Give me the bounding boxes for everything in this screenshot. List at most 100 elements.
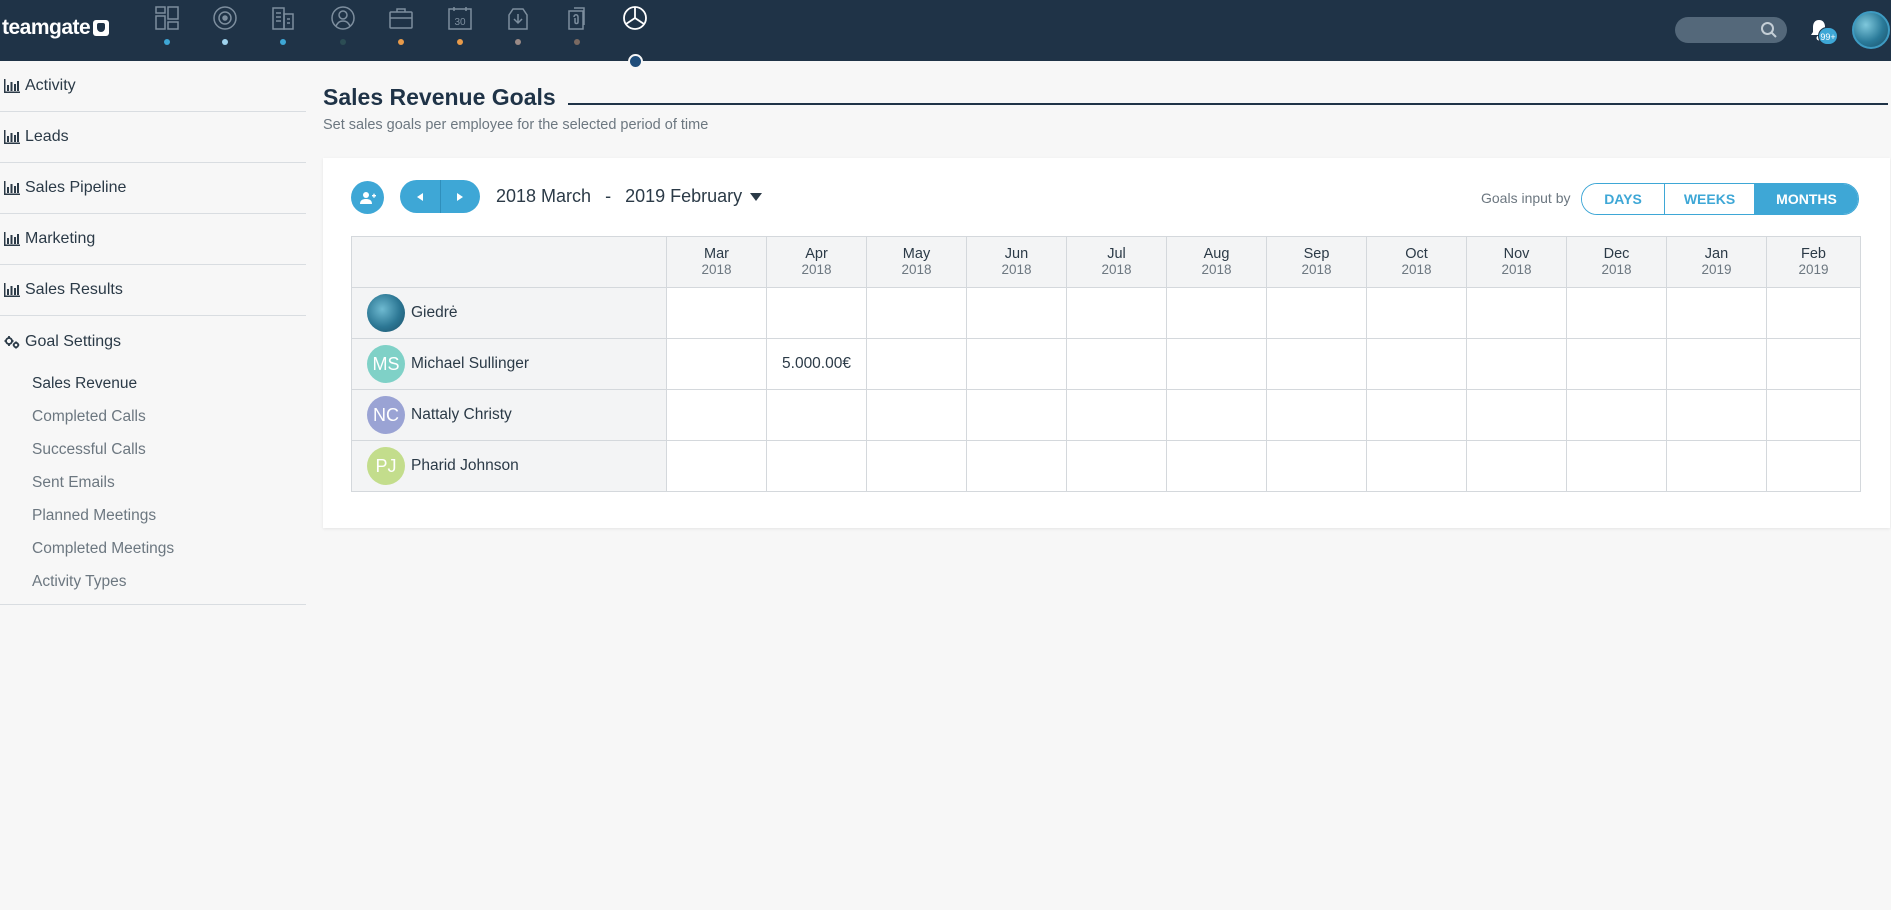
goal-input-cell[interactable] bbox=[966, 287, 1067, 339]
nav-calendar[interactable]: 30 bbox=[443, 5, 477, 49]
user-avatar[interactable] bbox=[1852, 11, 1890, 49]
month-label: Sep bbox=[1303, 246, 1330, 262]
goal-input-cell[interactable] bbox=[1566, 338, 1667, 390]
goal-input-cell[interactable] bbox=[666, 338, 767, 390]
goal-input-cell[interactable] bbox=[1766, 338, 1861, 390]
goal-input-cell[interactable] bbox=[1466, 287, 1567, 339]
submenu-item-activity-types[interactable]: Activity Types bbox=[0, 565, 306, 598]
sidebar-item-goal-settings[interactable]: Goal Settings bbox=[0, 316, 306, 367]
goal-input-cell[interactable] bbox=[866, 338, 967, 390]
documents-icon bbox=[568, 7, 585, 30]
nav-contacts[interactable] bbox=[326, 5, 360, 49]
top-bar: teamgate 30 99+ bbox=[0, 0, 1891, 61]
logo-hand-icon bbox=[93, 20, 110, 36]
nav-inbox[interactable] bbox=[501, 5, 535, 49]
year-label: 2018 bbox=[1001, 262, 1032, 277]
goal-input-cell[interactable] bbox=[1266, 338, 1367, 390]
goal-input-cell[interactable] bbox=[1266, 287, 1367, 339]
month-label: Jan bbox=[1704, 246, 1729, 262]
sidebar-item-marketing[interactable]: Marketing bbox=[0, 214, 306, 265]
year-label: 2018 bbox=[701, 262, 732, 277]
goal-input-cell[interactable] bbox=[866, 389, 967, 441]
nav-dashboard[interactable] bbox=[150, 5, 184, 49]
teamgate-logo[interactable]: teamgate bbox=[2, 16, 110, 40]
goal-input-cell[interactable] bbox=[766, 287, 867, 339]
goal-input-cell[interactable] bbox=[966, 440, 1067, 492]
next-period-button[interactable] bbox=[440, 180, 480, 213]
goal-input-cell[interactable] bbox=[1666, 287, 1767, 339]
add-user-icon bbox=[359, 191, 376, 204]
sidebar-item-sales-pipeline[interactable]: Sales Pipeline bbox=[0, 163, 306, 214]
goal-input-cell[interactable] bbox=[1366, 389, 1467, 441]
goal-input-cell[interactable] bbox=[1666, 338, 1767, 390]
goal-input-cell[interactable] bbox=[1766, 287, 1861, 339]
goal-input-cell[interactable] bbox=[1466, 389, 1567, 441]
goal-input-cell[interactable] bbox=[866, 287, 967, 339]
notification-badge[interactable]: 99+ bbox=[1818, 27, 1838, 45]
nav-reports[interactable] bbox=[618, 5, 652, 49]
goal-input-cell[interactable] bbox=[1166, 287, 1267, 339]
dashboard-icon bbox=[155, 6, 179, 30]
goal-input-cell[interactable] bbox=[1366, 440, 1467, 492]
goal-input-cell[interactable] bbox=[1666, 389, 1767, 441]
sidebar-item-activity[interactable]: Activity bbox=[0, 61, 306, 112]
days-button[interactable]: DAYS bbox=[1582, 184, 1664, 214]
goals-table: Mar 2018 Apr 2018 May 2018 Jun 2018 Jul 2018 … bbox=[351, 236, 1861, 492]
period-to: 2019 February bbox=[625, 186, 743, 206]
goal-input-cell[interactable] bbox=[1566, 440, 1667, 492]
goal-input-cell[interactable] bbox=[1066, 440, 1167, 492]
goal-input-cell[interactable] bbox=[1266, 440, 1367, 492]
goal-input-cell[interactable] bbox=[966, 389, 1067, 441]
goal-input-cell[interactable] bbox=[1066, 287, 1167, 339]
goal-input-cell[interactable] bbox=[766, 440, 867, 492]
goal-input-cell[interactable] bbox=[666, 287, 767, 339]
submenu-item-sent-emails[interactable]: Sent Emails bbox=[0, 466, 306, 499]
goal-input-cell[interactable] bbox=[1566, 389, 1667, 441]
goal-input-cell[interactable]: 5.000.00€ bbox=[766, 338, 867, 390]
goal-input-cell[interactable] bbox=[1366, 338, 1467, 390]
nav-companies[interactable] bbox=[266, 5, 300, 49]
submenu-item-successful-calls[interactable]: Successful Calls bbox=[0, 433, 306, 466]
goal-input-cell[interactable] bbox=[1266, 389, 1367, 441]
goal-input-cell[interactable] bbox=[1166, 440, 1267, 492]
sidebar-item-sales-results[interactable]: Sales Results bbox=[0, 265, 306, 316]
goal-input-cell[interactable] bbox=[1566, 287, 1667, 339]
add-user-button[interactable] bbox=[351, 181, 384, 214]
goal-input-cell[interactable] bbox=[966, 338, 1067, 390]
period-selector[interactable]: 2018 March - 2019 February bbox=[496, 186, 763, 207]
nav-deals[interactable] bbox=[384, 5, 418, 49]
goals-input-label: Goals input by bbox=[1481, 190, 1571, 206]
goal-input-cell[interactable] bbox=[1766, 440, 1861, 492]
nav-leads[interactable] bbox=[208, 5, 242, 49]
table-header-row: Mar 2018 Apr 2018 May 2018 Jun 2018 Jul 2018 … bbox=[351, 236, 1861, 288]
sidebar-item-leads[interactable]: Leads bbox=[0, 112, 306, 163]
goal-input-cell[interactable] bbox=[1166, 389, 1267, 441]
goal-input-cell[interactable] bbox=[1766, 389, 1861, 441]
goal-input-cell[interactable] bbox=[1066, 389, 1167, 441]
sidebar-item-label: Marketing bbox=[25, 230, 96, 247]
goal-input-cell[interactable] bbox=[1366, 287, 1467, 339]
weeks-button[interactable]: WEEKS bbox=[1664, 184, 1754, 214]
submenu-item-planned-meetings[interactable]: Planned Meetings bbox=[0, 499, 306, 532]
goal-input-cell[interactable] bbox=[866, 440, 967, 492]
month-column-header: Oct 2018 bbox=[1366, 236, 1467, 288]
nav-documents[interactable] bbox=[560, 5, 594, 49]
contacts-icon bbox=[331, 6, 355, 30]
search-icon[interactable] bbox=[1760, 21, 1778, 39]
goal-input-cell[interactable] bbox=[1166, 338, 1267, 390]
goal-input-cell[interactable] bbox=[766, 389, 867, 441]
goal-input-cell[interactable] bbox=[1066, 338, 1167, 390]
previous-period-button[interactable] bbox=[400, 180, 441, 213]
submenu-item-completed-calls[interactable]: Completed Calls bbox=[0, 400, 306, 433]
inbox-icon bbox=[508, 8, 528, 30]
caret-down-icon bbox=[750, 192, 763, 201]
goal-input-cell[interactable] bbox=[1466, 338, 1567, 390]
goal-input-cell[interactable] bbox=[1666, 440, 1767, 492]
months-button[interactable]: MONTHS bbox=[1754, 184, 1858, 214]
month-label: Dec bbox=[1603, 246, 1630, 262]
goal-input-cell[interactable] bbox=[1466, 440, 1567, 492]
goal-input-cell[interactable] bbox=[666, 389, 767, 441]
submenu-item-sales-revenue[interactable]: Sales Revenue bbox=[0, 367, 306, 400]
submenu-item-completed-meetings[interactable]: Completed Meetings bbox=[0, 532, 306, 565]
goal-input-cell[interactable] bbox=[666, 440, 767, 492]
